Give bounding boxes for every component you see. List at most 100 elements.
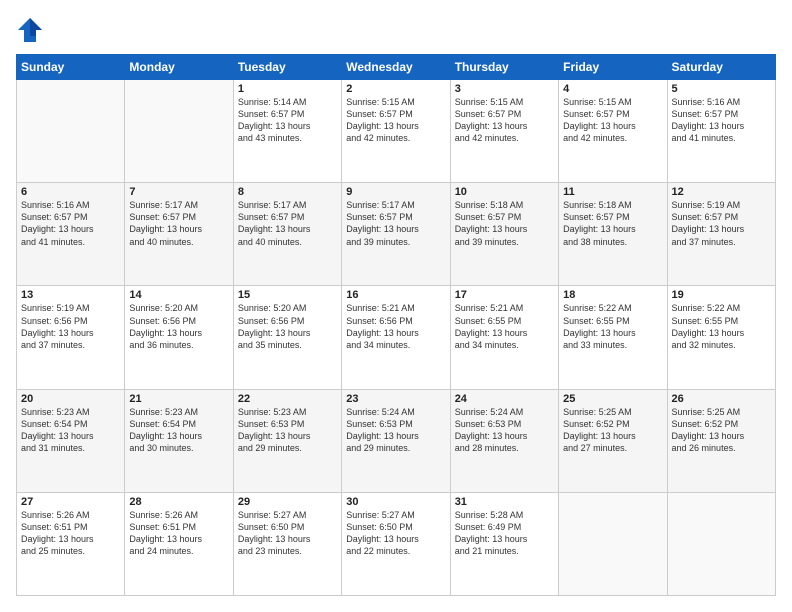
day-number: 31 [455,496,554,508]
day-number: 24 [455,393,554,405]
calendar-week-3: 13Sunrise: 5:19 AM Sunset: 6:56 PM Dayli… [17,286,776,389]
day-info: Sunrise: 5:15 AM Sunset: 6:57 PM Dayligh… [563,96,662,145]
day-number: 14 [129,289,228,301]
day-info: Sunrise: 5:18 AM Sunset: 6:57 PM Dayligh… [455,199,554,248]
day-info: Sunrise: 5:14 AM Sunset: 6:57 PM Dayligh… [238,96,337,145]
day-info: Sunrise: 5:21 AM Sunset: 6:55 PM Dayligh… [455,302,554,351]
calendar-cell: 4Sunrise: 5:15 AM Sunset: 6:57 PM Daylig… [559,80,667,183]
day-number: 10 [455,186,554,198]
day-number: 18 [563,289,662,301]
day-number: 8 [238,186,337,198]
day-number: 1 [238,83,337,95]
day-number: 16 [346,289,445,301]
day-number: 7 [129,186,228,198]
day-number: 3 [455,83,554,95]
day-info: Sunrise: 5:23 AM Sunset: 6:54 PM Dayligh… [129,406,228,455]
day-info: Sunrise: 5:22 AM Sunset: 6:55 PM Dayligh… [563,302,662,351]
calendar-cell: 28Sunrise: 5:26 AM Sunset: 6:51 PM Dayli… [125,492,233,595]
day-number: 13 [21,289,120,301]
day-info: Sunrise: 5:27 AM Sunset: 6:50 PM Dayligh… [238,509,337,558]
day-number: 4 [563,83,662,95]
day-number: 23 [346,393,445,405]
calendar-week-4: 20Sunrise: 5:23 AM Sunset: 6:54 PM Dayli… [17,389,776,492]
day-info: Sunrise: 5:25 AM Sunset: 6:52 PM Dayligh… [672,406,771,455]
day-info: Sunrise: 5:28 AM Sunset: 6:49 PM Dayligh… [455,509,554,558]
calendar-cell: 29Sunrise: 5:27 AM Sunset: 6:50 PM Dayli… [233,492,341,595]
day-info: Sunrise: 5:23 AM Sunset: 6:54 PM Dayligh… [21,406,120,455]
day-number: 9 [346,186,445,198]
day-number: 6 [21,186,120,198]
calendar-cell: 17Sunrise: 5:21 AM Sunset: 6:55 PM Dayli… [450,286,558,389]
day-info: Sunrise: 5:16 AM Sunset: 6:57 PM Dayligh… [21,199,120,248]
calendar-cell: 15Sunrise: 5:20 AM Sunset: 6:56 PM Dayli… [233,286,341,389]
calendar-header-friday: Friday [559,55,667,80]
day-info: Sunrise: 5:23 AM Sunset: 6:53 PM Dayligh… [238,406,337,455]
calendar-cell: 10Sunrise: 5:18 AM Sunset: 6:57 PM Dayli… [450,183,558,286]
day-info: Sunrise: 5:21 AM Sunset: 6:56 PM Dayligh… [346,302,445,351]
calendar-cell: 2Sunrise: 5:15 AM Sunset: 6:57 PM Daylig… [342,80,450,183]
calendar-cell: 25Sunrise: 5:25 AM Sunset: 6:52 PM Dayli… [559,389,667,492]
day-number: 28 [129,496,228,508]
day-number: 21 [129,393,228,405]
calendar-header-row: SundayMondayTuesdayWednesdayThursdayFrid… [17,55,776,80]
day-info: Sunrise: 5:17 AM Sunset: 6:57 PM Dayligh… [238,199,337,248]
calendar-cell: 24Sunrise: 5:24 AM Sunset: 6:53 PM Dayli… [450,389,558,492]
calendar-week-1: 1Sunrise: 5:14 AM Sunset: 6:57 PM Daylig… [17,80,776,183]
day-info: Sunrise: 5:26 AM Sunset: 6:51 PM Dayligh… [129,509,228,558]
calendar-cell: 6Sunrise: 5:16 AM Sunset: 6:57 PM Daylig… [17,183,125,286]
calendar-header-sunday: Sunday [17,55,125,80]
day-info: Sunrise: 5:24 AM Sunset: 6:53 PM Dayligh… [346,406,445,455]
calendar-week-2: 6Sunrise: 5:16 AM Sunset: 6:57 PM Daylig… [17,183,776,286]
day-info: Sunrise: 5:24 AM Sunset: 6:53 PM Dayligh… [455,406,554,455]
calendar-cell: 21Sunrise: 5:23 AM Sunset: 6:54 PM Dayli… [125,389,233,492]
day-number: 26 [672,393,771,405]
calendar-cell: 23Sunrise: 5:24 AM Sunset: 6:53 PM Dayli… [342,389,450,492]
calendar-cell: 18Sunrise: 5:22 AM Sunset: 6:55 PM Dayli… [559,286,667,389]
calendar-cell: 9Sunrise: 5:17 AM Sunset: 6:57 PM Daylig… [342,183,450,286]
calendar-cell: 8Sunrise: 5:17 AM Sunset: 6:57 PM Daylig… [233,183,341,286]
calendar-cell: 19Sunrise: 5:22 AM Sunset: 6:55 PM Dayli… [667,286,775,389]
day-info: Sunrise: 5:15 AM Sunset: 6:57 PM Dayligh… [455,96,554,145]
calendar-cell: 5Sunrise: 5:16 AM Sunset: 6:57 PM Daylig… [667,80,775,183]
day-info: Sunrise: 5:18 AM Sunset: 6:57 PM Dayligh… [563,199,662,248]
calendar-table: SundayMondayTuesdayWednesdayThursdayFrid… [16,54,776,596]
day-info: Sunrise: 5:22 AM Sunset: 6:55 PM Dayligh… [672,302,771,351]
calendar-cell: 11Sunrise: 5:18 AM Sunset: 6:57 PM Dayli… [559,183,667,286]
calendar-cell [667,492,775,595]
calendar-cell: 20Sunrise: 5:23 AM Sunset: 6:54 PM Dayli… [17,389,125,492]
calendar-header-tuesday: Tuesday [233,55,341,80]
page: SundayMondayTuesdayWednesdayThursdayFrid… [0,0,792,612]
day-info: Sunrise: 5:15 AM Sunset: 6:57 PM Dayligh… [346,96,445,145]
day-info: Sunrise: 5:25 AM Sunset: 6:52 PM Dayligh… [563,406,662,455]
calendar-week-5: 27 Sunrise: 5:26 AM Sunset: 6:51 PM Dayli… [17,492,776,595]
day-info: Sunrise: 5:17 AM Sunset: 6:57 PM Dayligh… [346,199,445,248]
day-number: 29 [238,496,337,508]
header [16,16,776,44]
calendar-cell: 22Sunrise: 5:23 AM Sunset: 6:53 PM Dayli… [233,389,341,492]
calendar-cell: 27Sunrise: 5:26 AM Sunset: 6:51 PM Dayli… [17,492,125,595]
day-number: 30 [346,496,445,508]
calendar-header-monday: Monday [125,55,233,80]
calendar-header-thursday: Thursday [450,55,558,80]
day-number: 5 [672,83,771,95]
day-number: 25 [563,393,662,405]
calendar-cell: 12Sunrise: 5:19 AM Sunset: 6:57 PM Dayli… [667,183,775,286]
logo-icon [16,16,44,44]
calendar-cell: 16Sunrise: 5:21 AM Sunset: 6:56 PM Dayli… [342,286,450,389]
day-number: 20 [21,393,120,405]
logo [16,16,48,44]
calendar-cell: 1Sunrise: 5:14 AM Sunset: 6:57 PM Daylig… [233,80,341,183]
calendar-cell: 26Sunrise: 5:25 AM Sunset: 6:52 PM Dayli… [667,389,775,492]
day-info: Sunrise: 5:20 AM Sunset: 6:56 PM Dayligh… [129,302,228,351]
day-info: Sunrise: 5:17 AM Sunset: 6:57 PM Dayligh… [129,199,228,248]
day-number: 2 [346,83,445,95]
calendar-cell [559,492,667,595]
day-number: 17 [455,289,554,301]
day-number: 12 [672,186,771,198]
calendar-cell: 3Sunrise: 5:15 AM Sunset: 6:57 PM Daylig… [450,80,558,183]
calendar-cell: 13Sunrise: 5:19 AM Sunset: 6:56 PM Dayli… [17,286,125,389]
day-info: Sunrise: 5:19 AM Sunset: 6:57 PM Dayligh… [672,199,771,248]
calendar-header-wednesday: Wednesday [342,55,450,80]
day-info: Sunrise: 5:19 AM Sunset: 6:56 PM Dayligh… [21,302,120,351]
day-number: 27 [21,496,120,508]
